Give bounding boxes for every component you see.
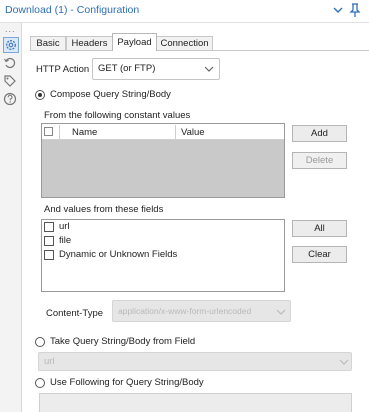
rotate-icon [4, 57, 16, 69]
config-gear-button[interactable] [3, 37, 19, 53]
use-following-radio[interactable] [35, 378, 45, 388]
field-checkbox[interactable] [44, 250, 54, 260]
delete-button[interactable]: Delete [292, 152, 347, 169]
field-checkbox[interactable] [44, 236, 54, 246]
column-value[interactable]: Value [181, 127, 205, 138]
use-following-label: Use Following for Query String/Body [50, 377, 204, 388]
http-action-value: GET (or FTP) [98, 63, 156, 74]
tab-divider [30, 50, 369, 51]
chevron-down-icon [339, 359, 349, 365]
query-body-textarea[interactable] [39, 393, 352, 412]
constants-label: From the following constant values [44, 110, 191, 121]
help-button[interactable] [3, 92, 19, 108]
tag-icon [4, 75, 16, 87]
compose-label: Compose Query String/Body [50, 89, 171, 100]
field-label: url [59, 221, 70, 232]
field-label: Dynamic or Unknown Fields [59, 249, 178, 260]
chevron-down-icon[interactable] [333, 4, 343, 16]
rail-grip: ... [5, 24, 16, 34]
gear-icon [6, 40, 16, 50]
chevron-down-icon [204, 66, 214, 72]
tag-button[interactable] [3, 74, 19, 90]
field-label: file [59, 235, 72, 246]
window-title: Download (1) - Configuration [5, 4, 140, 16]
take-field-value: url [44, 356, 55, 367]
take-field-select[interactable]: url [38, 352, 352, 371]
chevron-down-icon [276, 309, 286, 315]
column-separator [59, 125, 60, 139]
all-button[interactable]: All [292, 220, 347, 237]
take-field-radio[interactable] [35, 337, 45, 347]
content-type-select[interactable]: application/x-www-form-urlencoded [112, 300, 291, 322]
clear-button[interactable]: Clear [292, 246, 347, 263]
tab-connection[interactable]: Connection [156, 36, 213, 51]
column-separator [175, 125, 176, 139]
http-action-select[interactable]: GET (or FTP) [92, 58, 220, 80]
question-icon [3, 92, 17, 106]
take-field-label: Take Query String/Body from Field [50, 336, 196, 347]
tab-headers[interactable]: Headers [66, 36, 113, 51]
pin-icon[interactable] [349, 3, 361, 18]
tab-basic[interactable]: Basic [30, 36, 66, 51]
field-checkbox[interactable] [44, 222, 54, 232]
table-select-all[interactable] [44, 127, 53, 136]
content-type-label: Content-Type [46, 308, 104, 319]
annotation-button[interactable] [3, 56, 19, 72]
add-button[interactable]: Add [292, 125, 347, 142]
compose-radio[interactable] [35, 90, 45, 100]
fields-label: And values from these fields [44, 204, 164, 215]
tab-payload[interactable]: Payload [112, 33, 157, 51]
content-type-value: application/x-www-form-urlencoded [118, 306, 252, 316]
http-action-label: HTTP Action [36, 64, 90, 75]
column-name[interactable]: Name [72, 127, 97, 138]
